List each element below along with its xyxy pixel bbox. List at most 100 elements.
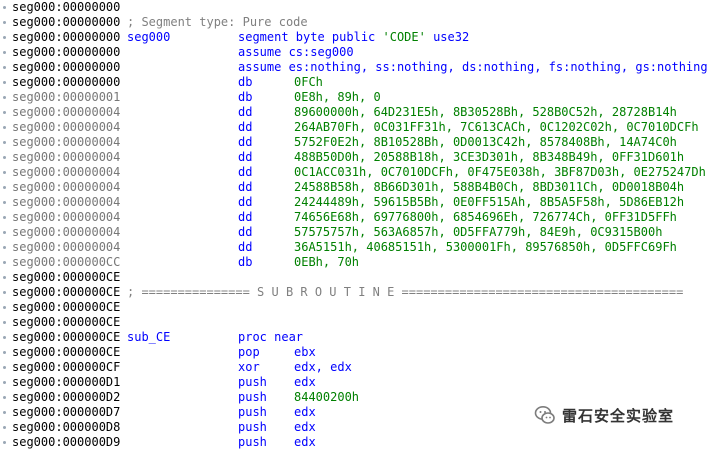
listing-line[interactable]: seg000:00000004 dd 74656E68h, 69776800h, 6… <box>0 210 712 225</box>
line-marker-dot <box>3 216 6 219</box>
line-address: seg000:00000004 <box>12 165 121 179</box>
line-address: seg000:00000000 <box>12 60 121 74</box>
instruction-mnemonic: push <box>238 390 267 404</box>
instruction-operands[interactable]: 84400200h <box>294 390 359 405</box>
watermark-text: 雷石安全实验室 <box>562 406 675 425</box>
listing-line[interactable]: seg000:00000000 db 0FCh <box>0 75 712 90</box>
instruction-mnemonic: dd <box>238 165 253 179</box>
instruction-operands[interactable]: 0FCh <box>294 75 323 90</box>
line-address: seg000:00000004 <box>12 195 121 209</box>
line-address: seg000:00000000 <box>12 45 121 59</box>
segment-label[interactable]: seg000 <box>127 30 170 45</box>
instruction-operands[interactable]: 24244489h, 59615B5Bh, 0E0FF515Ah, 8B5A5F… <box>294 195 684 210</box>
listing-line[interactable]: seg000:00000000 ; Segment type: Pure code <box>0 15 712 30</box>
listing-line[interactable]: seg000:000000D2 push 84400200h <box>0 390 712 405</box>
listing-line[interactable]: seg000:000000CE pop ebx <box>0 345 712 360</box>
listing-line[interactable]: seg000:000000CE sub_CE proc near <box>0 330 712 345</box>
instruction-mnemonic: dd <box>238 195 253 209</box>
segment-class-string: 'CODE' <box>382 30 426 44</box>
listing-line[interactable]: seg000:00000004 dd 36A5151h, 40685151h, 53… <box>0 240 712 255</box>
instruction-operands[interactable]: 0EBh, 70h <box>294 255 359 270</box>
listing-line[interactable]: seg000:000000CE <box>0 270 712 285</box>
instruction-mnemonic: db <box>238 75 253 89</box>
listing-line[interactable]: seg000:000000D1 push edx <box>0 375 712 390</box>
listing-line[interactable]: seg000:00000004 dd 0C1ACC031h, 0C7010DCFh,… <box>0 165 712 180</box>
line-marker-dot <box>3 261 6 264</box>
watermark: 雷石安全实验室 <box>534 404 674 426</box>
line-address: seg000:000000CE <box>12 300 121 314</box>
instruction-operands[interactable]: 264AB70Fh, 0C031FF31h, 7C613CACh, 0C1202… <box>294 120 699 135</box>
listing-line[interactable]: seg000:000000CF xor edx, edx <box>0 360 712 375</box>
listing-line[interactable]: seg000:00000004 dd 89600000h, 64D231E5h, 8… <box>0 105 712 120</box>
line-address: seg000:000000D2 <box>12 390 121 404</box>
listing-line[interactable]: seg000:00000004 dd 264AB70Fh, 0C031FF31h, … <box>0 120 712 135</box>
listing-line[interactable]: seg000:000000CE <box>0 315 712 330</box>
listing-line[interactable]: seg000:000000CE <box>0 300 712 315</box>
line-address: seg000:000000CE <box>12 285 121 299</box>
instruction-mnemonic: dd <box>238 225 253 239</box>
line-marker-dot <box>3 111 6 114</box>
listing-line[interactable]: seg000:00000004 dd 5752F0E2h, 8B10528Bh, 0… <box>0 135 712 150</box>
line-marker-dot <box>3 96 6 99</box>
listing-line[interactable]: seg000:00000004 dd 24588B58h, 8B66D301h, 5… <box>0 180 712 195</box>
instruction-operands[interactable]: edx <box>294 420 316 435</box>
instruction-mnemonic: dd <box>238 210 253 224</box>
listing-line[interactable]: seg000:00000001 db 0E8h, 89h, 0 <box>0 90 712 105</box>
line-address: seg000:00000000 <box>12 15 121 29</box>
line-address: seg000:000000D8 <box>12 420 121 434</box>
line-marker-dot <box>3 276 6 279</box>
instruction-operands[interactable]: 5752F0E2h, 8B10528Bh, 0D0013C42h, 857840… <box>294 135 677 150</box>
instruction-operands[interactable]: 24588B58h, 8B66D301h, 588B4B0Ch, 8BD3011… <box>294 180 684 195</box>
instruction-operands[interactable]: 89600000h, 64D231E5h, 8B30528Bh, 528B0C5… <box>294 105 677 120</box>
instruction-operands[interactable]: ebx <box>294 345 316 360</box>
line-comment: ; =============== S U B R O U T I N E ==… <box>127 285 684 299</box>
line-address: seg000:000000D1 <box>12 375 121 389</box>
instruction-operands[interactable]: 0E8h, 89h, 0 <box>294 90 381 105</box>
line-marker-dot <box>3 321 6 324</box>
line-address: seg000:00000000 <box>12 75 121 89</box>
listing-line[interactable]: seg000:00000000 assume cs:seg000 <box>0 45 712 60</box>
line-address: seg000:00000004 <box>12 210 121 224</box>
line-address: seg000:00000004 <box>12 225 121 239</box>
instruction-operands[interactable]: 74656E68h, 69776800h, 6854696Eh, 726774C… <box>294 210 677 225</box>
line-marker-dot <box>3 201 6 204</box>
line-address: seg000:00000004 <box>12 240 121 254</box>
listing-line[interactable]: seg000:00000000 <box>0 0 712 15</box>
line-marker-dot <box>3 396 6 399</box>
instruction-mnemonic: push <box>238 405 267 419</box>
instruction-mnemonic: dd <box>238 240 253 254</box>
disassembly-listing[interactable]: seg000:00000000 seg000:00000000; Segment … <box>0 0 712 450</box>
line-comment: ; Segment type: Pure code <box>127 15 308 29</box>
line-marker-dot <box>3 186 6 189</box>
instruction-operands[interactable]: 36A5151h, 40685151h, 5300001Fh, 89576850… <box>294 240 677 255</box>
instruction-operands[interactable]: 57575757h, 563A6857h, 0D5FFA779h, 84E9h,… <box>294 225 662 240</box>
instruction-operands[interactable]: edx, edx <box>294 360 352 375</box>
listing-line[interactable]: seg000:000000CC db 0EBh, 70h <box>0 255 712 270</box>
listing-line[interactable]: seg000:00000004 dd 57575757h, 563A6857h, 0… <box>0 225 712 240</box>
line-address: seg000:000000CC <box>12 255 121 269</box>
wechat-icon <box>534 406 555 424</box>
instruction-operands[interactable]: edx <box>294 405 316 420</box>
listing-line[interactable]: seg000:00000004 dd 24244489h, 59615B5Bh, 0… <box>0 195 712 210</box>
line-marker-dot <box>3 366 6 369</box>
instruction-operands[interactable]: 0C1ACC031h, 0C7010DCFh, 0F475E038h, 3BF8… <box>294 165 706 180</box>
instruction-mnemonic: dd <box>238 120 253 134</box>
line-address: seg000:00000004 <box>12 135 121 149</box>
line-address: seg000:000000CE <box>12 330 121 344</box>
line-address: seg000:00000004 <box>12 180 121 194</box>
line-address: seg000:00000000 <box>12 30 121 44</box>
listing-line[interactable]: seg000:000000CE ; =============== S U B R… <box>0 285 712 300</box>
line-marker-dot <box>3 36 6 39</box>
segment-directive: segment byte public 'CODE' use32 <box>238 30 470 44</box>
instruction-operands[interactable]: 488B50D0h, 20588B18h, 3CE3D301h, 8B348B4… <box>294 150 684 165</box>
line-marker-dot <box>3 291 6 294</box>
line-marker-dot <box>3 231 6 234</box>
listing-line[interactable]: seg000:00000000 seg000 segment byte public… <box>0 30 712 45</box>
listing-line[interactable]: seg000:00000004 dd 488B50D0h, 20588B18h, 3… <box>0 150 712 165</box>
proc-label[interactable]: sub_CE <box>127 330 170 345</box>
instruction-mnemonic: db <box>238 90 253 104</box>
instruction-operands[interactable]: edx <box>294 375 316 390</box>
instruction-mnemonic: dd <box>238 105 253 119</box>
listing-line[interactable]: seg000:00000000 assume es:nothing, ss:not… <box>0 60 712 75</box>
line-marker-dot <box>3 156 6 159</box>
